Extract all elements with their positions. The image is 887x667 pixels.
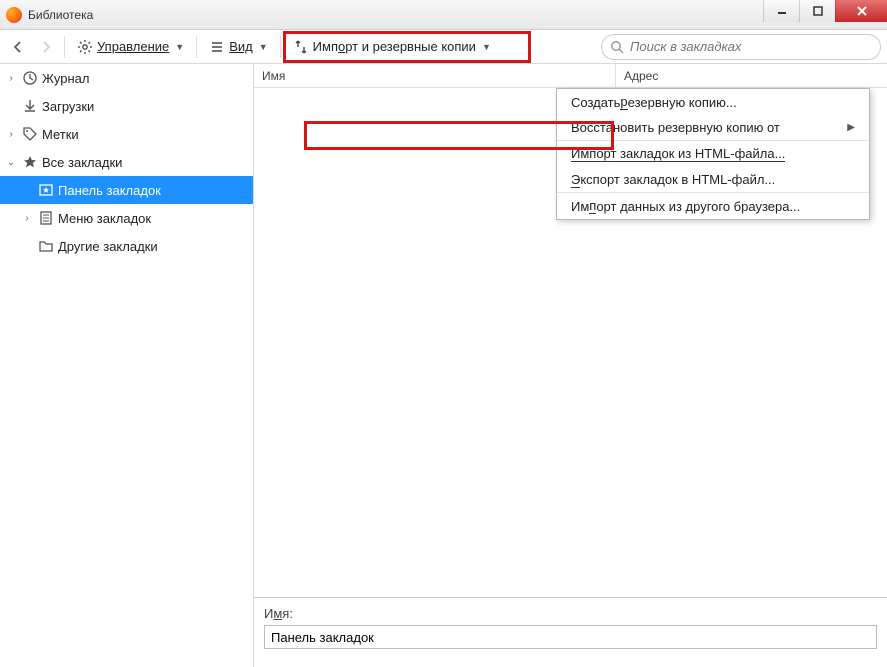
sidebar-item-bookmarks-toolbar[interactable]: Панель закладок [0, 176, 253, 204]
sidebar: › Журнал Загрузки › Метки ⌄ Все закладки… [0, 64, 254, 667]
search-input[interactable] [601, 34, 881, 60]
forward-button[interactable] [34, 34, 58, 60]
sidebar-label: Метки [42, 127, 79, 142]
sidebar-label: Загрузки [42, 99, 94, 114]
sidebar-item-other-bookmarks[interactable]: Другие закладки [0, 232, 253, 260]
sidebar-item-all-bookmarks[interactable]: ⌄ Все закладки [0, 148, 253, 176]
clock-icon [22, 70, 38, 86]
view-label: Вид [229, 39, 253, 54]
menu-item-backup[interactable]: Создать резервную копию... [557, 89, 869, 115]
import-export-icon [293, 39, 309, 55]
column-address[interactable]: Адрес [616, 64, 887, 87]
manage-label: Управление [97, 39, 169, 54]
star-icon [22, 154, 38, 170]
search-wrap [601, 34, 881, 60]
menu-item-export-html[interactable]: Экспорт закладок в HTML-файл... [557, 167, 869, 193]
chevron-down-icon: ⌄ [4, 157, 18, 168]
bookmark-toolbar-icon [38, 182, 54, 198]
column-headers: Имя Адрес [254, 64, 887, 88]
sidebar-label: Другие закладки [58, 239, 158, 254]
window-controls [763, 0, 887, 22]
menu-item-import-browser[interactable]: Импорт данных из другого браузера... [557, 193, 869, 219]
search-icon [609, 39, 625, 55]
sidebar-item-bookmarks-menu[interactable]: › Меню закладок [0, 204, 253, 232]
maximize-button[interactable] [799, 0, 835, 22]
rows-container: https://www.mozilla.org/ru/firefox/c htt… [254, 88, 887, 597]
caret-down-icon: ▼ [259, 42, 268, 52]
content-area: Имя Адрес https://www.mozilla.org/ru/fir… [254, 64, 887, 667]
column-name[interactable]: Имя [254, 64, 616, 87]
sidebar-label: Журнал [42, 71, 89, 86]
manage-menu-button[interactable]: Управление ▼ [71, 34, 190, 60]
minimize-button[interactable] [763, 0, 799, 22]
chevron-right-icon: › [4, 129, 18, 140]
gear-icon [77, 39, 93, 55]
back-button[interactable] [6, 34, 30, 60]
sidebar-item-tags[interactable]: › Метки [0, 120, 253, 148]
list-icon [209, 39, 225, 55]
tag-icon [22, 126, 38, 142]
name-field-label: Имя: [264, 606, 877, 621]
import-dropdown-menu: Создать резервную копию... Восстановить … [556, 88, 870, 220]
sidebar-label: Все закладки [42, 155, 122, 170]
name-field-input[interactable] [264, 625, 877, 649]
sidebar-label: Меню закладок [58, 211, 151, 226]
caret-down-icon: ▼ [482, 42, 491, 52]
titlebar: Библиотека [0, 0, 887, 30]
import-menu-button[interactable]: Импорт и резервные копии ▼ [287, 34, 497, 60]
chevron-right-icon: ▶ [847, 122, 855, 133]
bookmark-menu-icon [38, 210, 54, 226]
import-label: Импорт и резервные копии [313, 39, 476, 54]
toolbar: Управление ▼ Вид ▼ Импорт и резервные ко… [0, 30, 887, 64]
sidebar-item-downloads[interactable]: Загрузки [0, 92, 253, 120]
caret-down-icon: ▼ [175, 42, 184, 52]
sidebar-item-history[interactable]: › Журнал [0, 64, 253, 92]
window-title: Библиотека [28, 8, 93, 22]
folder-icon [38, 238, 54, 254]
details-panel: Имя: [254, 597, 887, 667]
sidebar-label: Панель закладок [58, 183, 161, 198]
download-icon [22, 98, 38, 114]
menu-item-import-html[interactable]: Импорт закладок из HTML-файла... [557, 141, 869, 167]
chevron-right-icon: › [20, 213, 34, 224]
chevron-right-icon: › [4, 73, 18, 84]
menu-item-restore[interactable]: Восстановить резервную копию от▶ [557, 115, 869, 141]
firefox-icon [6, 7, 22, 23]
view-menu-button[interactable]: Вид ▼ [203, 34, 273, 60]
close-button[interactable] [835, 0, 887, 22]
